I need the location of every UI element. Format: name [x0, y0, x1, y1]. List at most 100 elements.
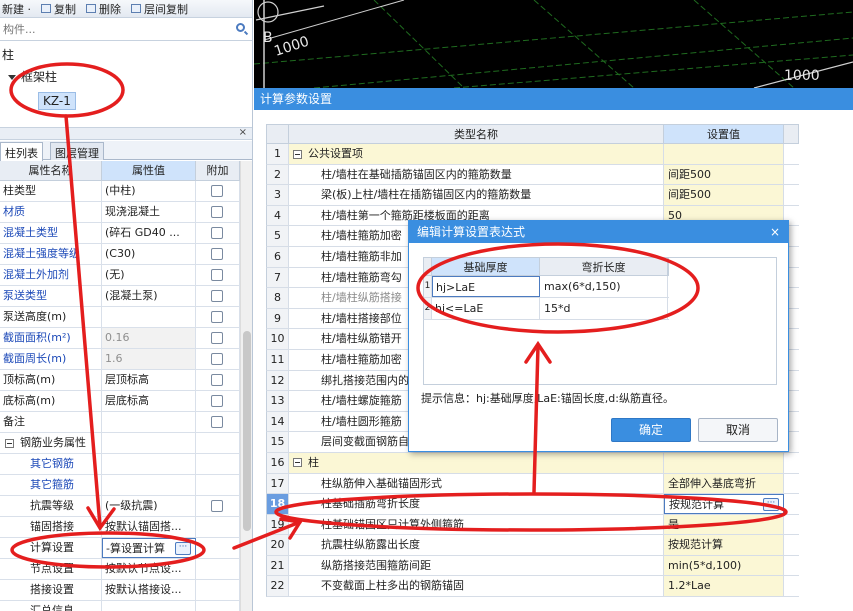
property-value[interactable]: 1.6: [102, 349, 196, 369]
attach-checkbox[interactable]: [211, 290, 223, 302]
ellipsis-button[interactable]: ···: [763, 498, 779, 512]
attach-checkbox[interactable]: [211, 248, 223, 260]
property-value[interactable]: 按默认节点设...: [102, 559, 196, 579]
collapse-toggle-icon[interactable]: [293, 458, 302, 468]
close-icon[interactable]: ×: [239, 127, 247, 138]
property-value[interactable]: 按默认搭接设...: [102, 580, 196, 600]
expand-triangle-icon[interactable]: [8, 75, 16, 80]
property-row[interactable]: 钢筋业务属性: [0, 433, 240, 454]
attach-checkbox[interactable]: [211, 206, 223, 218]
tree-node-frame-column[interactable]: 框架柱: [8, 68, 57, 85]
property-row[interactable]: 汇总信息: [0, 601, 240, 611]
tab-column-list[interactable]: 柱列表: [0, 142, 43, 161]
calc-row[interactable]: 19 柱基础锚固区只计算外侧箍筋 是: [266, 514, 799, 536]
search-icon[interactable]: [236, 23, 245, 32]
property-value[interactable]: 按默认锚固搭...: [102, 517, 196, 537]
calc-row[interactable]: 2 柱/墙柱在基础插筋锚固区内的箍筋数量 间距500: [266, 164, 799, 186]
property-row[interactable]: 其它箍筋: [0, 475, 240, 496]
property-value[interactable]: [102, 433, 196, 453]
close-icon[interactable]: ×: [770, 221, 780, 243]
attach-checkbox[interactable]: [211, 227, 223, 239]
calc-row-value[interactable]: 按规范计算: [664, 535, 784, 555]
expr-condition-cell[interactable]: hj>LaE: [432, 276, 540, 297]
attach-checkbox[interactable]: [211, 374, 223, 386]
tree-root-column[interactable]: 柱: [2, 46, 14, 63]
delete-button[interactable]: 删除: [86, 1, 121, 17]
property-scrollbar[interactable]: [240, 161, 252, 611]
expr-row[interactable]: 1 hj>LaE max(6*d,150): [423, 276, 669, 298]
expr-value-cell[interactable]: max(6*d,150): [540, 276, 668, 297]
property-value[interactable]: [102, 454, 196, 474]
calc-row-value[interactable]: 是: [664, 514, 784, 535]
ok-button[interactable]: 确定: [611, 418, 691, 442]
property-row[interactable]: 节点设置 按默认节点设...: [0, 559, 240, 580]
calc-row-value[interactable]: 间距500: [664, 164, 784, 185]
property-row[interactable]: 顶标高(m) 层顶标高: [0, 370, 240, 391]
property-row[interactable]: 混凝土类型 (碎石 GD40 ...: [0, 223, 240, 244]
property-value[interactable]: 现浇混凝土: [102, 202, 196, 222]
new-button[interactable]: 新建 ·: [2, 1, 31, 17]
property-row[interactable]: 柱类型 (中柱): [0, 181, 240, 202]
property-row[interactable]: 其它钢筋: [0, 454, 240, 475]
expr-condition-cell[interactable]: hj<=LaE: [432, 298, 540, 319]
calc-row[interactable]: 20 抗震柱纵筋露出长度 按规范计算: [266, 535, 799, 556]
property-value[interactable]: 层底标高: [102, 391, 196, 411]
property-value[interactable]: -算设置计算 ···: [102, 538, 196, 558]
property-row[interactable]: 混凝土外加剂 (无): [0, 265, 240, 286]
floor-copy-button[interactable]: 层间复制: [131, 1, 188, 17]
property-row[interactable]: 混凝土强度等级 (C30): [0, 244, 240, 265]
property-value[interactable]: (中柱): [102, 181, 196, 201]
calc-row[interactable]: 16 柱: [266, 452, 799, 474]
calc-row-value[interactable]: 1.2*Lae: [664, 576, 784, 597]
property-row[interactable]: 计算设置 -算设置计算 ···: [0, 538, 240, 559]
calc-row-value[interactable]: [664, 144, 784, 164]
calc-row[interactable]: 3 梁(板)上柱/墙柱在插筋锚固区内的箍筋数量 间距500: [266, 185, 799, 206]
property-row[interactable]: 截面周长(m) 1.6: [0, 349, 240, 370]
cancel-button[interactable]: 取消: [698, 418, 778, 442]
property-row[interactable]: 材质 现浇混凝土: [0, 202, 240, 223]
calc-row-value[interactable]: [664, 452, 784, 473]
attach-checkbox[interactable]: [211, 185, 223, 197]
calc-row-value[interactable]: min(5*d,100): [664, 555, 784, 576]
property-row[interactable]: 搭接设置 按默认搭接设...: [0, 580, 240, 601]
attach-checkbox[interactable]: [211, 332, 223, 344]
property-value[interactable]: 0.16: [102, 328, 196, 348]
property-value[interactable]: (C30): [102, 244, 196, 264]
property-value[interactable]: [102, 601, 196, 611]
calc-row[interactable]: 17 柱纵筋伸入基础锚固形式 全部伸入基底弯折: [266, 473, 799, 495]
calc-row[interactable]: 21 纵筋搭接范围箍筋间距 min(5*d,100): [266, 555, 799, 577]
cad-viewport[interactable]: B 1000 1000: [254, 0, 853, 88]
calc-row-value[interactable]: 间距500: [664, 185, 784, 205]
ellipsis-button[interactable]: ···: [175, 542, 191, 555]
property-row[interactable]: 泵送类型 (混凝土泵): [0, 286, 240, 307]
expr-value-cell[interactable]: 15*d: [540, 298, 668, 319]
tree-leaf-kz1[interactable]: KZ-1: [38, 92, 76, 110]
calc-row[interactable]: 22 不变截面上柱多出的钢筋锚固 1.2*Lae: [266, 576, 799, 598]
attach-checkbox[interactable]: [211, 500, 223, 512]
copy-button[interactable]: 复制: [41, 1, 76, 17]
attach-checkbox[interactable]: [211, 416, 223, 428]
property-row[interactable]: 截面面积(m²) 0.16: [0, 328, 240, 349]
property-value[interactable]: (碎石 GD40 ...: [102, 223, 196, 243]
property-value[interactable]: (混凝土泵): [102, 286, 196, 306]
calc-row-value[interactable]: 全部伸入基底弯折: [664, 473, 784, 494]
property-value[interactable]: [102, 307, 196, 327]
property-value[interactable]: (一级抗震): [102, 496, 196, 516]
attach-checkbox[interactable]: [211, 269, 223, 281]
property-row[interactable]: 备注: [0, 412, 240, 433]
property-row[interactable]: 抗震等级 (一级抗震): [0, 496, 240, 517]
expr-row[interactable]: 2 hj<=LaE 15*d: [423, 298, 669, 320]
attach-checkbox[interactable]: [211, 395, 223, 407]
collapse-toggle-icon[interactable]: [5, 438, 14, 448]
property-row[interactable]: 底标高(m) 层底标高: [0, 391, 240, 412]
property-value[interactable]: [102, 412, 196, 432]
tab-layer-manage[interactable]: 图层管理: [50, 142, 104, 160]
attach-checkbox[interactable]: [211, 311, 223, 323]
scrollbar-thumb[interactable]: [243, 331, 251, 531]
property-value[interactable]: (无): [102, 265, 196, 285]
collapse-toggle-icon[interactable]: [293, 149, 302, 159]
calc-row-value[interactable]: 按规范计算 ···: [664, 494, 784, 514]
attach-checkbox[interactable]: [211, 353, 223, 365]
property-value[interactable]: [102, 475, 196, 495]
property-value[interactable]: 层顶标高: [102, 370, 196, 390]
